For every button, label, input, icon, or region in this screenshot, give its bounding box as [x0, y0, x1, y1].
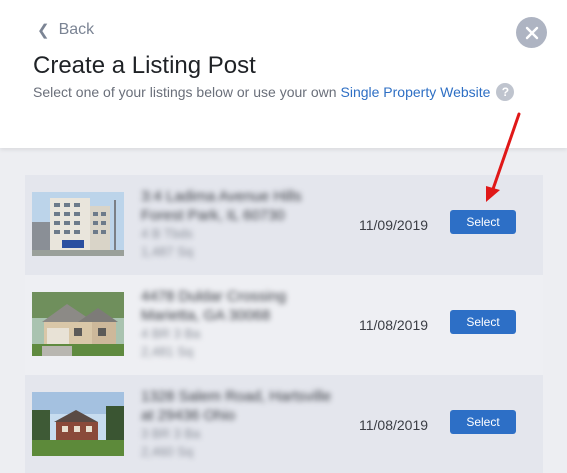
- back-link[interactable]: ❮ Back: [37, 21, 94, 39]
- listing-row: 3:4 Ladima Avenue Hills Forest Park, IL …: [25, 175, 543, 275]
- single-property-website-link[interactable]: Single Property Website: [341, 84, 491, 100]
- listing-row: 1328 Salem Road, Hartsville at 29436 Ohi…: [25, 375, 543, 473]
- close-button[interactable]: [516, 17, 547, 48]
- help-icon[interactable]: ?: [496, 83, 515, 101]
- listing-meta-line2: 2,460 Sq: [141, 444, 194, 459]
- listing-address-line2: at 29436 Ohio: [141, 407, 236, 424]
- listing-address-line1: 1328 Salem Road, Hartsville: [141, 388, 332, 405]
- select-button[interactable]: Select: [450, 310, 516, 334]
- listing-address-line1: 4478 Duldar Crossing: [141, 288, 287, 305]
- listing-details: 1328 Salem Road, Hartsville at 29436 Ohi…: [141, 387, 341, 461]
- subtitle-text: Select one of your listings below or use…: [33, 84, 337, 100]
- listing-address-line2: Forest Park, IL 60730: [141, 207, 285, 224]
- listing-photo: [32, 292, 124, 356]
- listing-address-line1: 3:4 Ladima Avenue Hills: [141, 188, 302, 205]
- listing-date: 11/09/2019: [359, 217, 429, 233]
- listing-meta-line2: 2,481 Sq: [141, 344, 194, 359]
- close-icon: [525, 26, 538, 39]
- listing-photo: [32, 392, 124, 456]
- listing-date: 11/08/2019: [359, 317, 429, 333]
- page-subtitle: Select one of your listings below or use…: [33, 83, 515, 101]
- annotation-arrow-icon: [486, 112, 521, 202]
- chevron-left-icon: ❮: [37, 22, 50, 39]
- listing-meta-line1: 3 BR 3 Ba: [141, 426, 201, 441]
- select-button[interactable]: Select: [450, 210, 516, 234]
- listing-details: 4478 Duldar Crossing Marietta, GA 30068 …: [141, 287, 341, 361]
- listing-meta-line2: 1,487 Sq: [141, 244, 194, 259]
- back-label: Back: [58, 21, 95, 38]
- listing-date: 11/08/2019: [359, 417, 429, 433]
- listing-photo: [32, 192, 124, 256]
- select-button[interactable]: Select: [450, 410, 516, 434]
- listing-list: 3:4 Ladima Avenue Hills Forest Park, IL …: [25, 175, 543, 473]
- listing-row: 4478 Duldar Crossing Marietta, GA 30068 …: [25, 275, 543, 375]
- page-title: Create a Listing Post: [33, 52, 256, 79]
- listing-meta-line1: 4 BR 3 Ba: [141, 326, 201, 341]
- listing-meta-line1: 4 B Tbds: [141, 226, 193, 241]
- listing-address-line2: Marietta, GA 30068: [141, 307, 271, 324]
- listing-details: 3:4 Ladima Avenue Hills Forest Park, IL …: [141, 187, 341, 261]
